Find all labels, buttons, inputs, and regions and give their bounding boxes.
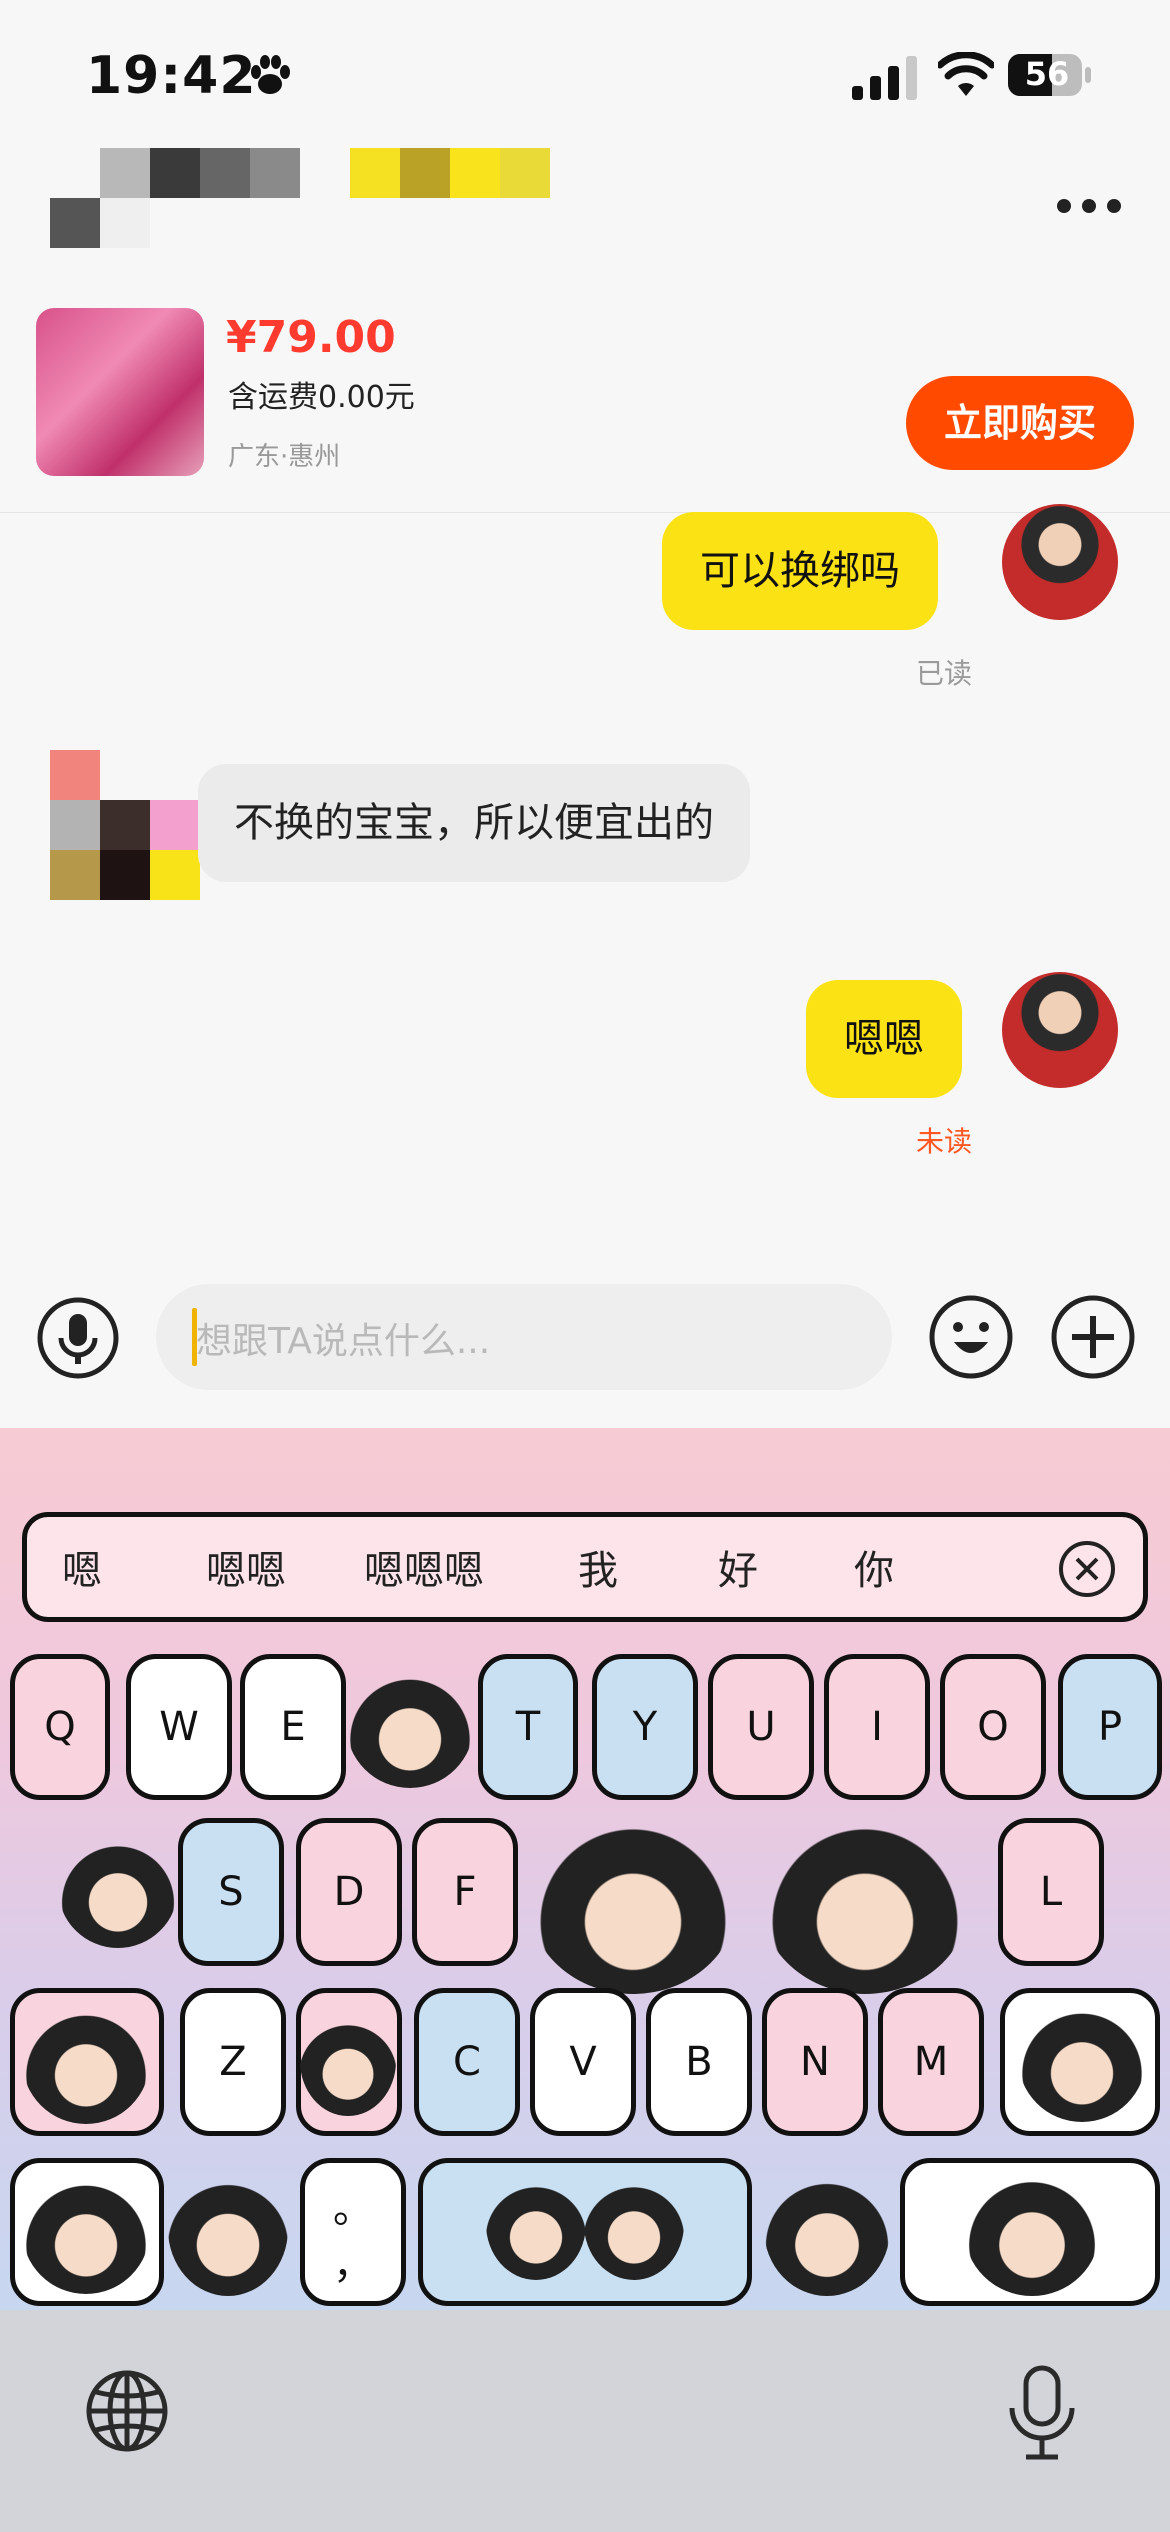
candidate-word[interactable]: 嗯嗯 xyxy=(206,1538,286,1596)
candidate-word[interactable]: 我 xyxy=(578,1538,618,1596)
key-i[interactable]: I xyxy=(824,1654,930,1800)
sticker-character xyxy=(1018,1994,1146,2122)
sticker-character xyxy=(486,2168,586,2280)
key-u[interactable]: U xyxy=(708,1654,814,1800)
status-time: 19:42 xyxy=(86,46,257,106)
key-m[interactable]: M xyxy=(878,1988,984,2136)
sticker-character xyxy=(22,2166,150,2294)
candidate-word[interactable]: 嗯 xyxy=(62,1538,102,1596)
seller-avatar[interactable] xyxy=(50,750,200,900)
buy-now-button[interactable]: 立即购买 xyxy=(906,376,1134,470)
candidate-word[interactable]: 好 xyxy=(718,1538,758,1596)
message-bubble-sent[interactable]: 嗯嗯 xyxy=(806,980,962,1098)
product-price: ¥79.00 xyxy=(226,312,396,363)
key-b[interactable]: B xyxy=(646,1988,752,2136)
paw-icon xyxy=(251,55,290,94)
key-w[interactable]: W xyxy=(126,1654,232,1800)
punctuation-key[interactable]: 。 ， xyxy=(300,2158,406,2306)
key-v[interactable]: V xyxy=(530,1988,636,2136)
key-s[interactable]: S xyxy=(178,1818,284,1966)
key-o[interactable]: O xyxy=(940,1654,1046,1800)
battery-level: 56 xyxy=(1024,55,1070,93)
my-avatar[interactable] xyxy=(1002,972,1118,1088)
key-n[interactable]: N xyxy=(762,1988,868,2136)
emoji-icon[interactable] xyxy=(928,1294,1014,1380)
message-placeholder: 想跟TA说点什么... xyxy=(196,1321,491,1362)
sticker-character xyxy=(528,1804,738,1994)
key-q[interactable]: Q xyxy=(10,1654,110,1800)
battery-icon: 56 xyxy=(1008,52,1092,98)
wifi-icon xyxy=(938,52,994,96)
key-p[interactable]: P xyxy=(1058,1654,1162,1800)
sticker-character xyxy=(58,1828,178,1948)
key-l[interactable]: L xyxy=(998,1818,1104,1966)
key-e[interactable]: E xyxy=(240,1654,346,1800)
sticker-character xyxy=(168,2162,288,2296)
contact-name-mosaic xyxy=(50,148,550,248)
globe-icon[interactable] xyxy=(84,2368,170,2454)
key-f[interactable]: F xyxy=(412,1818,518,1966)
sticker-character xyxy=(300,2006,396,2116)
message-bubble-received[interactable]: 不换的宝宝，所以便宜出的 xyxy=(198,764,750,882)
key-c[interactable]: C xyxy=(414,1988,520,2136)
product-image[interactable] xyxy=(36,308,204,476)
more-icon[interactable] xyxy=(1056,196,1122,216)
message-bubble-sent[interactable]: 可以换绑吗 xyxy=(662,512,938,630)
key-y[interactable]: Y xyxy=(592,1654,698,1800)
sticker-character xyxy=(346,1660,474,1788)
candidate-word[interactable]: 你 xyxy=(854,1538,894,1596)
dictation-icon[interactable] xyxy=(1006,2364,1078,2462)
read-status: 已读 xyxy=(916,657,973,690)
my-avatar[interactable] xyxy=(1002,504,1118,620)
unread-status: 未读 xyxy=(916,1125,973,1158)
product-location: 广东·惠州 xyxy=(228,442,341,472)
sticker-character xyxy=(964,2162,1100,2296)
microphone-icon[interactable] xyxy=(36,1296,120,1380)
sticker-character xyxy=(764,2162,890,2296)
key-z[interactable]: Z xyxy=(180,1988,286,2136)
key-d[interactable]: D xyxy=(296,1818,402,1966)
sticker-character xyxy=(22,1996,150,2124)
close-icon[interactable] xyxy=(1058,1540,1116,1598)
sticker-character xyxy=(584,2168,684,2280)
candidate-word[interactable]: 嗯嗯嗯 xyxy=(364,1538,484,1596)
keyboard-bottom-bar xyxy=(0,2310,1170,2532)
sticker-character xyxy=(760,1804,970,1994)
product-shipping: 含运费0.00元 xyxy=(228,380,415,415)
plus-icon[interactable] xyxy=(1050,1294,1136,1380)
key-t[interactable]: T xyxy=(478,1654,578,1800)
signal-icon xyxy=(852,56,917,100)
